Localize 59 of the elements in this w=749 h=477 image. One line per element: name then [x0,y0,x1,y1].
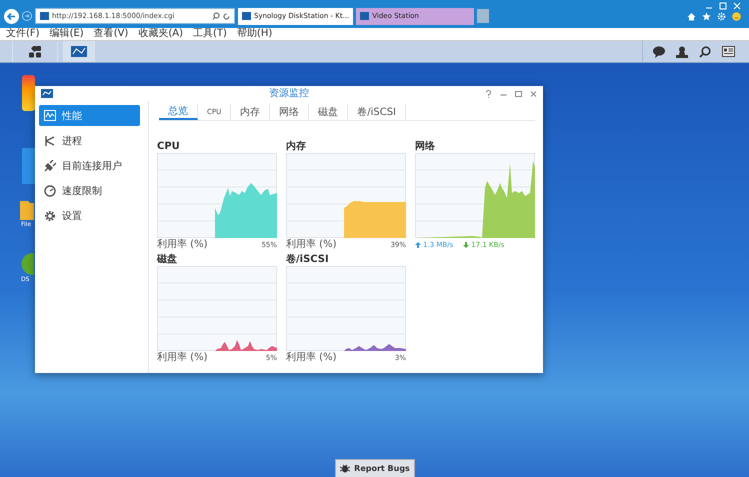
help-icon[interactable] [485,90,492,98]
app-logo-icon [71,46,87,57]
tab[interactable]: 总览 [159,104,198,120]
maximize-icon[interactable] [515,90,522,98]
menu-item[interactable]: 查看(V) [94,28,128,40]
tab[interactable]: 内存 [231,104,270,120]
user-icon[interactable] [676,46,688,58]
chart-title: 网络 [415,141,436,152]
sidebar-item[interactable]: 性能 [39,105,140,126]
chart-axis-label: 利用率 (%) [286,352,336,364]
chart-axis-label: 利用率 (%) [286,239,336,251]
folder-app-icon[interactable] [22,75,35,111]
report-bugs-button[interactable]: Report Bugs [335,459,415,477]
gauge-icon [44,184,56,196]
chart-axis-label: 利用率 (%) [157,352,208,364]
down-arrow-icon [463,242,470,248]
star-icon[interactable] [702,12,711,21]
app-grid-icon [29,46,41,58]
settings-icon[interactable] [717,12,726,21]
sidebar-item[interactable]: 目前连接用户 [39,155,140,176]
taskbar-app-button[interactable] [12,41,58,62]
menu-item[interactable]: 文件(F) [6,28,40,40]
window-title: 资源监控 [269,88,309,99]
sidebar-item[interactable]: 进程 [39,130,140,151]
menu-item[interactable]: 帮助(H) [236,28,272,40]
chart-axis-label: 利用率 (%) [157,239,208,251]
site-icon [40,12,49,20]
taskbar-app-button[interactable] [63,41,95,62]
settings-icon [44,210,56,222]
search-icon[interactable] [699,46,711,58]
smiley-icon[interactable] [732,12,741,21]
wave-icon [44,110,56,122]
forward-button[interactable] [22,11,32,21]
menu-item[interactable]: 工具(T) [193,28,227,40]
site-icon [242,12,251,20]
close-icon[interactable] [530,90,537,98]
chart-title: 卷/iSCSI [286,254,330,265]
bug-icon [340,464,350,473]
tab[interactable]: 磁盘 [309,104,348,120]
chart-title: 内存 [286,141,307,152]
tab[interactable]: 卷/iSCSI [348,104,406,120]
site-icon [360,12,370,20]
menu-item[interactable]: 收藏夹(A) [138,28,183,40]
plug-icon [44,160,56,172]
back-button[interactable] [4,8,19,24]
refresh-icon [223,12,230,20]
search-icon [212,12,220,20]
sidebar-item[interactable]: 速度限制 [39,180,140,201]
app-logo-icon [41,89,53,98]
chat-icon[interactable] [653,46,665,58]
up-arrow-icon [415,242,421,248]
sidebar-item[interactable]: 设置 [39,205,140,226]
chart-title: CPU [157,141,181,152]
home-icon[interactable] [687,12,696,21]
chart-title: 磁盘 [157,254,178,265]
widgets-icon[interactable] [722,46,735,57]
tab[interactable]: 网络 [270,104,310,120]
branch-icon [44,134,56,146]
menu-item[interactable]: 编辑(E) [50,28,84,40]
